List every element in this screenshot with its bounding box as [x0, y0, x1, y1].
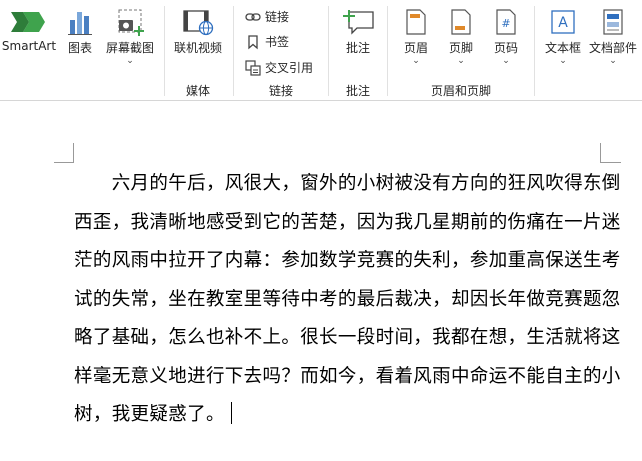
group-label-media: 媒体: [185, 84, 210, 98]
cross-reference-button[interactable]: 交叉引用: [245, 59, 313, 76]
paragraph-line-text: 树，我更疑惑了。: [74, 404, 225, 425]
header-icon: [406, 9, 426, 35]
svg-text:A: A: [558, 15, 568, 31]
paragraph-line: 六月的午后，风很大，窗外的小树被没有方向的狂风吹得东倒: [74, 173, 621, 194]
bookmark-icon: [248, 34, 258, 49]
screenshot-icon: [118, 9, 144, 36]
group-separator: [534, 6, 535, 96]
document-paragraph[interactable]: 六月的午后，风很大，窗外的小树被没有方向的狂风吹得东倒 西歪，我清晰地感受到它的…: [74, 165, 621, 435]
group-separator: [328, 6, 329, 96]
group-separator: [164, 6, 165, 96]
paragraph-line: 样毫无意义地进行下去吗？而如今，看着风雨中命运不能自主的小: [74, 365, 621, 387]
paragraph-line: 西歪，我清晰地感受到它的苦楚，因为我几星期前的伤痛在一片迷: [74, 211, 621, 233]
paragraph-line-last: 树，我更疑惑了。: [74, 396, 592, 435]
group-separator: [387, 6, 388, 96]
smartart-button[interactable]: SmartArt: [0, 8, 58, 53]
svg-text:#: #: [501, 17, 510, 30]
cross-reference-label: 交叉引用: [265, 61, 314, 75]
document-page[interactable]: 六月的午后，风很大，窗外的小树被没有方向的狂风吹得东倒 西歪，我清晰地感受到它的…: [0, 101, 642, 461]
document-parts-label: 文档部件: [588, 41, 637, 55]
header-button[interactable]: 页眉 ⌄: [396, 8, 436, 66]
group-label-header-footer: 页眉和页脚: [430, 84, 491, 98]
chart-button[interactable]: 图表: [62, 8, 98, 56]
chevron-down-icon: ⌄: [502, 56, 510, 66]
margin-corner-top-left: [54, 143, 74, 163]
footer-label: 页脚: [448, 41, 473, 55]
chevron-down-icon: ⌄: [412, 56, 420, 66]
paragraph-line: 试的失常，坐在教室里等待中考的最后裁决，却因长年做竞赛题忽: [74, 288, 621, 310]
text-cursor: [230, 402, 232, 424]
document-parts-icon: [603, 9, 623, 35]
smartart-icon: [11, 12, 45, 32]
link-label: 链接: [265, 10, 290, 24]
group-label-comments: 批注: [345, 84, 370, 98]
online-video-button[interactable]: 联机视频: [170, 8, 226, 56]
page-number-icon: #: [496, 9, 516, 35]
smartart-label: SmartArt: [1, 39, 57, 53]
link-button[interactable]: 链接: [245, 8, 289, 25]
paragraph-line: 略了基础，怎么也补不上。很长一段时间，我都在想，生活就将这: [74, 327, 621, 348]
document-parts-button[interactable]: 文档部件 ⌄: [588, 8, 638, 66]
screenshot-button[interactable]: 屏幕截图 ⌄: [102, 8, 158, 66]
chevron-down-icon: ⌄: [457, 56, 465, 66]
footer-icon: [451, 9, 471, 35]
textbox-icon: A: [551, 10, 575, 34]
online-video-label: 联机视频: [173, 41, 222, 55]
cross-reference-icon: [245, 59, 261, 76]
margin-corner-top-right: [600, 143, 621, 163]
ribbon: SmartArt 图表 屏幕截图 ⌄ 联机视频 媒体 链接 书签 交叉引用 链接…: [0, 0, 642, 101]
paragraph-line: 茫的风雨中拉开了内幕：参加数学竞赛的失利，参加重高保送生考: [74, 250, 621, 271]
bookmark-label: 书签: [265, 35, 290, 49]
comment-label: 批注: [345, 41, 370, 55]
screenshot-label: 屏幕截图: [105, 41, 154, 55]
header-label: 页眉: [403, 41, 428, 55]
footer-button[interactable]: 页脚 ⌄: [441, 8, 481, 66]
page-number-label: 页码: [493, 41, 518, 55]
chevron-down-icon: ⌄: [609, 56, 617, 66]
textbox-button[interactable]: A 文本框 ⌄: [540, 8, 586, 66]
page-number-button[interactable]: # 页码 ⌄: [486, 8, 526, 66]
comment-button[interactable]: 批注: [336, 8, 380, 56]
group-label-links: 链接: [268, 84, 293, 98]
textbox-label: 文本框: [544, 41, 581, 55]
chevron-down-icon: ⌄: [126, 56, 134, 66]
chart-icon: [68, 12, 92, 35]
group-separator: [233, 6, 234, 96]
film-globe-icon: [183, 10, 214, 36]
comment-icon: [343, 10, 374, 35]
chevron-down-icon: ⌄: [559, 56, 567, 66]
chart-label: 图表: [67, 41, 92, 55]
bookmark-button[interactable]: 书签: [245, 33, 289, 50]
link-icon: [245, 12, 261, 21]
